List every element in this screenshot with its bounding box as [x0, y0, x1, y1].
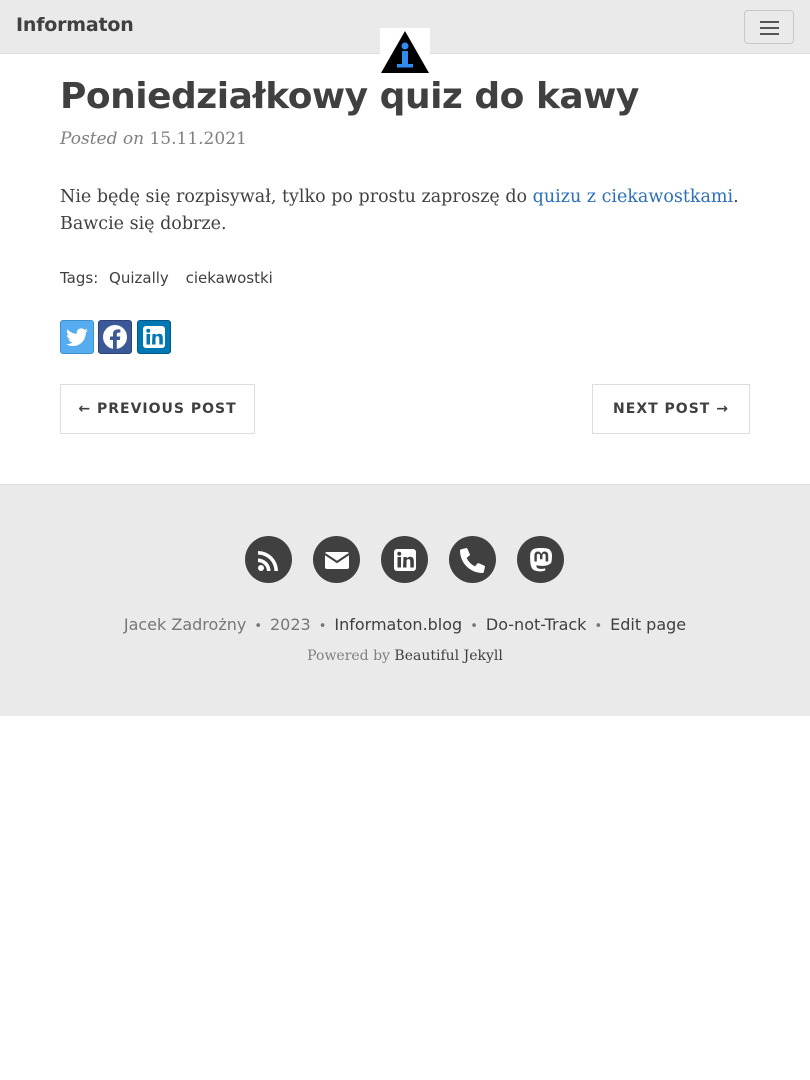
- separator: •: [594, 619, 603, 634]
- edit-page-link[interactable]: Edit page: [610, 615, 686, 634]
- post-body-text: Nie będę się rozpisywał, tylko po prostu…: [60, 187, 533, 207]
- linkedin-icon: [143, 326, 165, 348]
- site-link[interactable]: Informaton.blog: [334, 615, 462, 634]
- rss-icon: [257, 550, 278, 571]
- phone-link[interactable]: [449, 536, 496, 583]
- tag-quizally[interactable]: Quizally: [109, 269, 169, 287]
- tags-label: Tags:: [60, 269, 99, 287]
- info-triangle-icon: [381, 31, 429, 73]
- separator: •: [318, 619, 327, 634]
- do-not-track-link[interactable]: Do-not-Track: [486, 615, 587, 634]
- separator: •: [254, 619, 262, 634]
- menu-toggle-button[interactable]: [744, 10, 794, 44]
- post-date: 15.11.2021: [149, 129, 247, 149]
- mastodon-icon: [529, 547, 552, 571]
- share-twitter-button[interactable]: [60, 320, 94, 354]
- share-facebook-button[interactable]: [98, 320, 132, 354]
- email-link[interactable]: [313, 536, 360, 583]
- separator: •: [470, 619, 478, 634]
- linkedin-icon: [393, 548, 416, 571]
- phone-icon: [459, 547, 485, 573]
- twitter-icon: [66, 328, 88, 347]
- post-tags: Tags: Quizally ciekawostki: [60, 269, 279, 287]
- share-linkedin-button[interactable]: [137, 320, 171, 354]
- beautiful-jekyll-link[interactable]: Beautiful Jekyll: [394, 648, 502, 664]
- author-name: Jacek Zadrożny: [123, 615, 247, 634]
- posted-prefix: Posted on: [60, 129, 145, 149]
- mastodon-link[interactable]: [517, 536, 564, 583]
- footer-credits: Jacek Zadrożny • 2023 • Informaton.blog • Do-n…: [0, 615, 810, 634]
- hamburger-icon: [760, 21, 779, 23]
- quiz-link[interactable]: quizu z ciekawostkami: [533, 187, 733, 207]
- tag-ciekawostki[interactable]: ciekawostki: [186, 269, 273, 287]
- site-brand-link[interactable]: Informaton: [16, 14, 134, 36]
- facebook-icon: [103, 325, 127, 349]
- site-logo[interactable]: [380, 28, 430, 76]
- rss-link[interactable]: [245, 536, 292, 583]
- footer: Jacek Zadrożny • 2023 • Informaton.blog • Do-n…: [0, 484, 810, 716]
- powered-prefix: Powered by: [307, 648, 390, 664]
- linkedin-link[interactable]: [381, 536, 428, 583]
- post-meta: Posted on 15.11.2021: [60, 129, 247, 149]
- copyright-year: 2023: [270, 615, 311, 634]
- previous-post-button[interactable]: ← PREVIOUS POST: [60, 384, 255, 434]
- envelope-icon: [323, 551, 350, 569]
- post-title: Poniedziałkowy quiz do kawy: [60, 76, 639, 117]
- powered-by: Powered by Beautiful Jekyll: [0, 648, 810, 664]
- next-post-button[interactable]: NEXT POST →: [592, 384, 750, 434]
- post-body: Nie będę się rozpisywał, tylko po prostu…: [60, 184, 760, 238]
